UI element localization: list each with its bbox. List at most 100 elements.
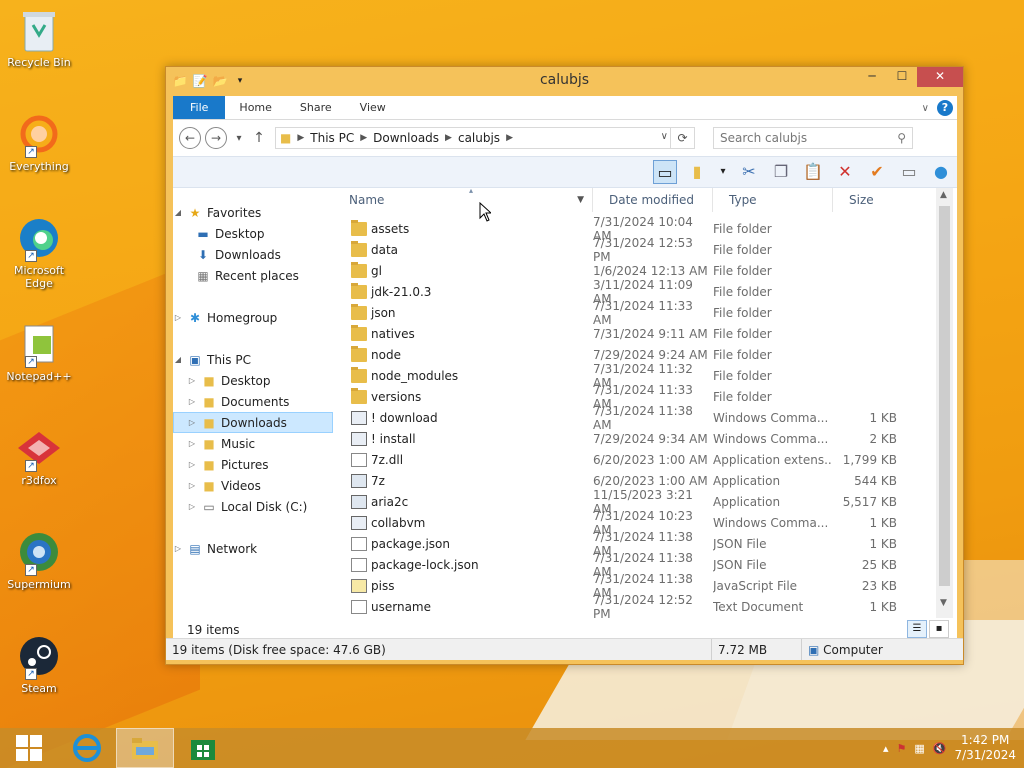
help-icon[interactable]: ?: [937, 100, 953, 116]
breadcrumb-this-pc[interactable]: This PC: [306, 131, 358, 145]
title-bar[interactable]: 📁 📝 📂 ▾ calubjs ─ ☐ ✕: [166, 67, 963, 95]
desktop-icon-everything[interactable]: ↗ Everything: [4, 110, 74, 173]
up-button[interactable]: ↑: [251, 130, 267, 146]
nav-homegroup[interactable]: ▷ ✱ Homegroup: [173, 307, 333, 328]
breadcrumb-separator-icon[interactable]: ▶: [443, 133, 454, 143]
globe-icon[interactable]: ●: [929, 160, 953, 184]
file-row[interactable]: ! download 7/31/2024 11:38 AM Windows Comm…: [333, 404, 953, 432]
tab-view[interactable]: View: [346, 96, 400, 119]
navigation-pane-icon[interactable]: ▭: [653, 160, 677, 184]
tab-file[interactable]: File: [173, 96, 226, 119]
taskbar-ie-icon[interactable]: [58, 728, 116, 768]
copy-icon[interactable]: ❐: [769, 160, 793, 184]
desktop-icon-r3dfox[interactable]: ↗ r3dfox: [4, 424, 74, 487]
desktop-icon-recycle-bin[interactable]: Recycle Bin: [4, 6, 74, 69]
details-view-icon[interactable]: ☰: [907, 620, 927, 638]
expand-arrow-icon[interactable]: ▷: [187, 376, 197, 385]
file-row[interactable]: data 7/31/2024 12:53 PM File folder: [333, 236, 953, 264]
nav-pc-documents[interactable]: ▷ ■ Documents: [173, 391, 333, 412]
recent-locations-icon[interactable]: ▾: [231, 133, 247, 144]
properties-icon[interactable]: 📝: [192, 73, 208, 89]
search-input[interactable]: Search calubjs ⚲: [713, 127, 913, 149]
expand-ribbon-icon[interactable]: ∨: [922, 103, 929, 114]
expand-arrow-icon[interactable]: ▷: [187, 439, 197, 448]
scroll-down-icon[interactable]: ▼: [940, 598, 947, 608]
scrollbar-thumb[interactable]: [939, 206, 950, 586]
maximize-button[interactable]: ☐: [887, 67, 917, 87]
folder-icon: [351, 303, 367, 320]
clock[interactable]: 1:42 PM 7/31/2024: [954, 733, 1016, 763]
rename-check-icon[interactable]: ✔: [865, 160, 889, 184]
nav-fav-recent[interactable]: ▦ Recent places: [173, 265, 333, 286]
nav-pc-music[interactable]: ▷ ■ Music: [173, 433, 333, 454]
expand-arrow-icon[interactable]: ▷: [173, 544, 183, 553]
expand-arrow-icon[interactable]: ◢: [173, 355, 183, 364]
nav-label: Music: [221, 436, 256, 451]
expand-arrow-icon[interactable]: ▷: [187, 481, 197, 490]
nav-pc-videos[interactable]: ▷ ■ Videos: [173, 475, 333, 496]
nav-fav-desktop[interactable]: ▬ Desktop: [173, 223, 333, 244]
cut-icon[interactable]: ✂: [737, 160, 761, 184]
large-icons-view-icon[interactable]: ▪: [929, 620, 949, 638]
vertical-scrollbar[interactable]: ▲ ▼: [936, 188, 953, 618]
breadcrumb-separator-icon[interactable]: ▶: [358, 133, 369, 143]
tab-home[interactable]: Home: [225, 96, 285, 119]
nav-pc-local-disk[interactable]: ▷ ▭ Local Disk (C:): [173, 496, 333, 517]
address-dropdown-icon[interactable]: ∨: [661, 131, 668, 142]
column-name[interactable]: Name ▴ ▼: [333, 186, 593, 212]
nav-network[interactable]: ▷ ▤ Network: [173, 538, 333, 559]
paste-icon[interactable]: 📋: [801, 160, 825, 184]
delete-icon[interactable]: ✕: [833, 160, 857, 184]
taskbar-store-icon[interactable]: [174, 728, 232, 768]
desktop-icon-edge[interactable]: ↗ Microsoft Edge: [4, 214, 74, 290]
file-type: JavaScript File: [713, 578, 798, 593]
close-button[interactable]: ✕: [917, 67, 963, 87]
chevron-down-icon[interactable]: ▾: [232, 73, 248, 89]
show-hidden-icons-icon[interactable]: ▴: [883, 742, 889, 755]
forward-button[interactable]: →: [205, 127, 227, 149]
chevron-down-icon[interactable]: ▾: [717, 160, 729, 184]
file-row[interactable]: natives 7/31/2024 9:11 AM File folder: [333, 323, 953, 344]
expand-arrow-icon[interactable]: ▷: [187, 502, 197, 511]
properties-icon[interactable]: ▭: [897, 160, 921, 184]
expand-arrow-icon[interactable]: ▷: [173, 313, 183, 322]
nav-pc-desktop[interactable]: ▷ ■ Desktop: [173, 370, 333, 391]
desktop-icon-notepadpp[interactable]: ↗ Notepad++: [4, 320, 74, 383]
column-date[interactable]: Date modified: [593, 188, 713, 212]
expand-arrow-icon[interactable]: ◢: [173, 208, 183, 217]
nav-pc-downloads[interactable]: ▷ ■ Downloads: [173, 412, 333, 433]
refresh-icon[interactable]: ⟳: [670, 128, 694, 148]
action-center-icon[interactable]: ⚑: [896, 742, 906, 755]
column-size[interactable]: Size: [833, 188, 913, 212]
file-row[interactable]: ! install 7/29/2024 9:34 AM Windows Comma.…: [333, 428, 953, 449]
expand-arrow-icon[interactable]: ▷: [187, 397, 197, 406]
desktop-icon-supermium[interactable]: ↗ Supermium: [4, 528, 74, 591]
nav-favorites[interactable]: ◢ ★ Favorites: [173, 202, 333, 223]
file-row[interactable]: 7z.dll 6/20/2023 1:00 AM Application exten…: [333, 449, 953, 470]
breadcrumb-calubjs[interactable]: calubjs: [454, 131, 504, 145]
expand-arrow-icon[interactable]: ▷: [187, 460, 197, 469]
start-button[interactable]: [0, 728, 58, 768]
chevron-down-icon[interactable]: ▼: [577, 188, 584, 212]
network-status-icon[interactable]: ▦: [914, 742, 924, 755]
breadcrumb-downloads[interactable]: Downloads: [369, 131, 443, 145]
desktop-icon-label: Recycle Bin: [7, 56, 71, 69]
volume-muted-icon[interactable]: 🔇: [933, 742, 947, 755]
address-bar[interactable]: ■ ▶ This PC ▶ Downloads ▶ calubjs ▶ ∨ ⟳: [275, 127, 695, 149]
back-button[interactable]: ←: [179, 127, 201, 149]
expand-arrow-icon[interactable]: ▷: [187, 418, 197, 427]
nav-this-pc[interactable]: ◢ ▣ This PC: [173, 349, 333, 370]
breadcrumb-separator-icon[interactable]: ▶: [504, 133, 515, 143]
column-type[interactable]: Type: [713, 188, 833, 212]
file-row[interactable]: username 7/31/2024 12:52 PM Text Document 1…: [333, 593, 953, 621]
file-row[interactable]: json 7/31/2024 11:33 AM File folder: [333, 299, 953, 327]
new-folder-icon[interactable]: 📂: [212, 73, 228, 89]
nav-fav-downloads[interactable]: ⬇ Downloads: [173, 244, 333, 265]
tab-share[interactable]: Share: [286, 96, 346, 119]
nav-pc-pictures[interactable]: ▷ ■ Pictures: [173, 454, 333, 475]
scroll-up-icon[interactable]: ▲: [940, 190, 947, 200]
minimize-button[interactable]: ─: [857, 67, 887, 87]
taskbar-explorer-icon[interactable]: [116, 728, 174, 768]
check-folder-icon[interactable]: ▮: [685, 160, 709, 184]
desktop-icon-steam[interactable]: ↗ Steam: [4, 632, 74, 695]
